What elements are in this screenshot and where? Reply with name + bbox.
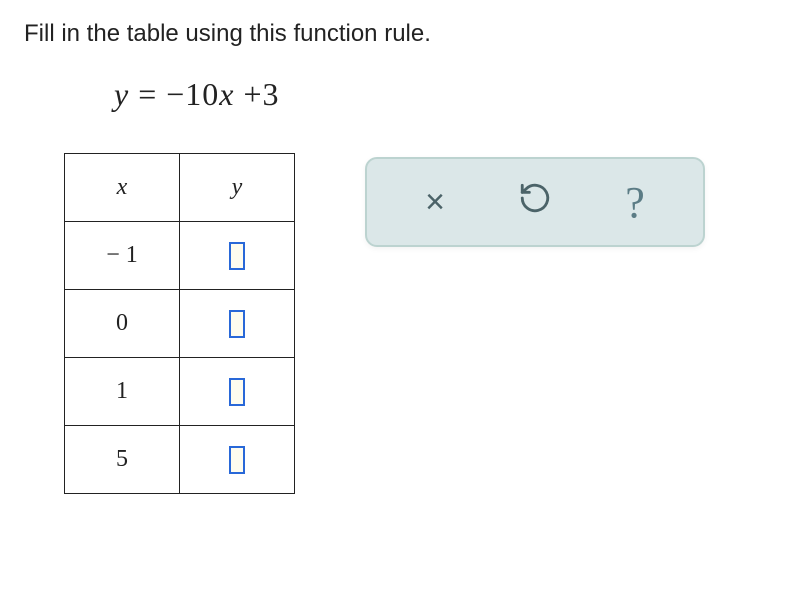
eq-const: 3 bbox=[263, 76, 280, 112]
close-button[interactable]: × bbox=[411, 178, 459, 226]
eq-coef: 10 bbox=[185, 76, 219, 112]
cell-x: 1 bbox=[65, 358, 180, 426]
blank-input[interactable] bbox=[229, 446, 245, 474]
header-x: x bbox=[65, 154, 180, 222]
eq-neg: − bbox=[166, 76, 185, 112]
tool-panel: × ? bbox=[365, 157, 705, 247]
help-icon: ? bbox=[625, 177, 645, 228]
cell-y[interactable] bbox=[180, 358, 295, 426]
eq-var: x bbox=[219, 76, 234, 112]
blank-input[interactable] bbox=[229, 242, 245, 270]
cell-x: 0 bbox=[65, 290, 180, 358]
cell-y[interactable] bbox=[180, 426, 295, 494]
undo-button[interactable] bbox=[511, 178, 559, 226]
eq-lhs: y bbox=[114, 76, 129, 112]
cell-y[interactable] bbox=[180, 290, 295, 358]
cell-y[interactable] bbox=[180, 222, 295, 290]
close-icon: × bbox=[425, 183, 445, 222]
function-rule: y = −10x +3 bbox=[114, 76, 776, 113]
undo-icon bbox=[518, 181, 552, 224]
table-row: 5 bbox=[65, 426, 295, 494]
cell-x: − 1 bbox=[65, 222, 180, 290]
instruction-text: Fill in the table using this function ru… bbox=[24, 20, 776, 48]
table-row: 1 bbox=[65, 358, 295, 426]
blank-input[interactable] bbox=[229, 378, 245, 406]
table-row: 0 bbox=[65, 290, 295, 358]
eq-plus: + bbox=[244, 76, 263, 112]
header-y: y bbox=[180, 154, 295, 222]
eq-equals: = bbox=[138, 76, 157, 112]
function-table: x y − 1 0 1 5 bbox=[64, 153, 295, 494]
cell-x: 5 bbox=[65, 426, 180, 494]
table-header-row: x y bbox=[65, 154, 295, 222]
table-row: − 1 bbox=[65, 222, 295, 290]
help-button[interactable]: ? bbox=[611, 178, 659, 226]
blank-input[interactable] bbox=[229, 310, 245, 338]
